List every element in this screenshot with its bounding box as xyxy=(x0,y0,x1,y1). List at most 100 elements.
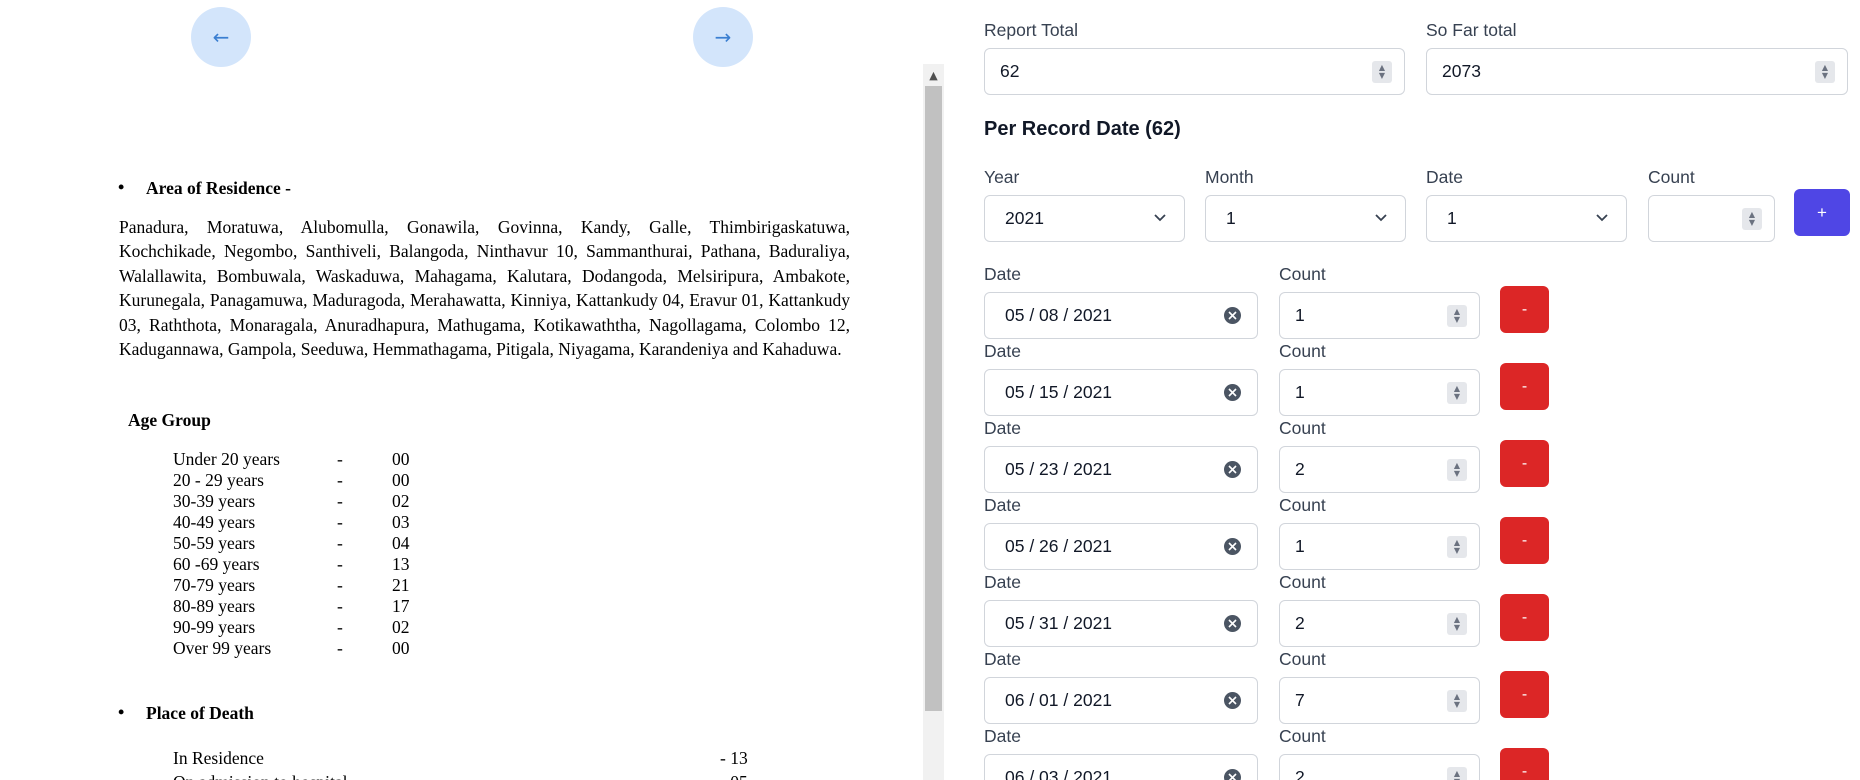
record-count-label: Count xyxy=(1279,264,1326,284)
record-date-input[interactable]: 05 / 23 / 2021 xyxy=(984,446,1258,493)
record-count-input[interactable]: 2 ▲▼ xyxy=(1279,446,1480,493)
record-count-value: 2 xyxy=(1295,613,1305,633)
age-group-dash: - xyxy=(337,575,343,595)
age-group-label: 70-79 years xyxy=(173,575,256,595)
age-group-label: 90-99 years xyxy=(173,617,256,637)
number-spinner-icon[interactable]: ▲▼ xyxy=(1447,690,1467,712)
age-group-value: 00 xyxy=(392,638,410,658)
minus-icon: - xyxy=(1521,685,1528,703)
remove-record-button[interactable]: - xyxy=(1500,440,1549,487)
age-group-dash: - xyxy=(337,596,343,616)
record-count-label: Count xyxy=(1279,341,1326,361)
age-group-label: 50-59 years xyxy=(173,533,256,553)
age-group-label: 30-39 years xyxy=(173,491,256,511)
minus-icon: - xyxy=(1521,762,1528,780)
number-spinner-icon[interactable]: ▲▼ xyxy=(1447,536,1467,558)
age-group-heading: Age Group xyxy=(128,410,211,430)
clear-date-icon[interactable] xyxy=(1224,692,1241,709)
record-date-label: Date xyxy=(984,572,1021,592)
record-count-value: 2 xyxy=(1295,459,1305,479)
document-viewer: Area of Residence - Panadura, Moratuwa, … xyxy=(0,0,944,780)
record-date-input[interactable]: 05 / 08 / 2021 xyxy=(984,292,1258,339)
document-scrollbar[interactable]: ▲ xyxy=(923,64,944,780)
record-count-value: 1 xyxy=(1295,536,1305,556)
area-of-residence-heading: Area of Residence - xyxy=(118,177,291,199)
remove-record-button[interactable]: - xyxy=(1500,748,1549,780)
record-count-input[interactable]: 2 ▲▼ xyxy=(1279,754,1480,780)
age-group-value: 02 xyxy=(392,617,410,637)
scroll-up-arrow-icon[interactable]: ▲ xyxy=(923,64,944,86)
scrollbar-thumb[interactable] xyxy=(925,86,942,711)
remove-record-button[interactable]: - xyxy=(1500,671,1549,718)
clear-date-icon[interactable] xyxy=(1224,461,1241,478)
record-date-input[interactable]: 06 / 01 / 2021 xyxy=(984,677,1258,724)
arrow-right-icon: → xyxy=(714,25,732,49)
age-group-table: Under 20 years - 00 20 - 29 years - 00 3… xyxy=(173,449,473,659)
age-group-label: 20 - 29 years xyxy=(173,470,264,490)
clear-date-icon[interactable] xyxy=(1224,615,1241,632)
record-date-input[interactable]: 06 / 03 / 2021 xyxy=(984,754,1258,780)
record-date-value: 06 / 03 / 2021 xyxy=(1005,767,1113,780)
clear-date-icon[interactable] xyxy=(1224,384,1241,401)
minus-icon: - xyxy=(1521,300,1528,318)
clear-date-icon[interactable] xyxy=(1224,307,1241,324)
record-count-label: Count xyxy=(1279,418,1326,438)
record-count-label: Count xyxy=(1279,572,1326,592)
remove-record-button[interactable]: - xyxy=(1500,594,1549,641)
record-count-value: 1 xyxy=(1295,305,1305,325)
record-date-value: 06 / 01 / 2021 xyxy=(1005,690,1113,710)
number-spinner-icon[interactable]: ▲▼ xyxy=(1447,305,1467,327)
minus-icon: - xyxy=(1521,454,1528,472)
number-spinner-icon[interactable]: ▲▼ xyxy=(1447,613,1467,635)
clear-date-icon[interactable] xyxy=(1224,538,1241,555)
record-count-value: 1 xyxy=(1295,382,1305,402)
record-count-input[interactable]: 1 ▲ ▼ xyxy=(1279,523,1480,570)
record-count-input[interactable]: 7 ▲ ▼ xyxy=(1279,677,1480,724)
age-group-value: 03 xyxy=(392,512,410,532)
record-date-value: 05 / 23 / 2021 xyxy=(1005,459,1113,479)
age-group-dash: - xyxy=(337,449,343,469)
age-group-label: 60 -69 years xyxy=(173,554,260,574)
record-count-value: 7 xyxy=(1295,690,1305,710)
age-group-row: 60 -69 years - 13 xyxy=(173,554,473,575)
number-spinner-icon[interactable]: ▲▼ xyxy=(1447,382,1467,404)
record-count-label: Count xyxy=(1279,649,1326,669)
record-count-input[interactable]: 1 ▲ ▼ xyxy=(1279,292,1480,339)
age-group-row: 50-59 years - 04 xyxy=(173,533,473,554)
record-count-input[interactable]: 1 ▲ ▼ xyxy=(1279,369,1480,416)
age-group-row: 90-99 years - 02 xyxy=(173,617,473,638)
age-group-value: 04 xyxy=(392,533,410,553)
age-group-label: 80-89 years xyxy=(173,596,256,616)
age-group-row: Over 99 years - 00 xyxy=(173,638,473,659)
record-form: Report Total 62 ▲ ▼ So Far total 2073 ▲ ▼ … xyxy=(944,0,1860,780)
age-group-label: Over 99 years xyxy=(173,638,272,658)
age-group-row: 80-89 years - 17 xyxy=(173,596,473,617)
minus-icon: - xyxy=(1521,531,1528,549)
age-group-dash: - xyxy=(337,491,343,511)
record-date-input[interactable]: 05 / 15 / 2021 xyxy=(984,369,1258,416)
remove-record-button[interactable]: - xyxy=(1500,286,1549,333)
age-group-dash: - xyxy=(337,617,343,637)
record-date-value: 05 / 15 / 2021 xyxy=(1005,382,1113,402)
age-group-value: 21 xyxy=(392,575,410,595)
next-page-button[interactable]: → xyxy=(693,7,753,67)
age-group-dash: - xyxy=(337,638,343,658)
remove-record-button[interactable]: - xyxy=(1500,517,1549,564)
record-list: Date 05 / 08 / 2021 Count 1 ▲ ▼ - Date 05… xyxy=(944,0,1860,780)
age-group-dash: - xyxy=(337,512,343,532)
record-date-input[interactable]: 05 / 26 / 2021 xyxy=(984,523,1258,570)
remove-record-button[interactable]: - xyxy=(1500,363,1549,410)
clear-date-icon[interactable] xyxy=(1224,769,1241,780)
previous-page-button[interactable]: ← xyxy=(191,7,251,67)
document-page: Area of Residence - Panadura, Moratuwa, … xyxy=(0,0,920,780)
place-of-death-value: - 05 xyxy=(720,772,748,780)
age-group-label: 40-49 years xyxy=(173,512,256,532)
age-group-value: 00 xyxy=(392,470,410,490)
record-count-input[interactable]: 2 ▲▼ xyxy=(1279,600,1480,647)
record-date-input[interactable]: 05 / 31 / 2021 xyxy=(984,600,1258,647)
minus-icon: - xyxy=(1521,608,1528,626)
record-date-label: Date xyxy=(984,649,1021,669)
number-spinner-icon[interactable]: ▲▼ xyxy=(1447,767,1467,780)
number-spinner-icon[interactable]: ▲▼ xyxy=(1447,459,1467,481)
place-of-death-value: - 13 xyxy=(720,748,748,768)
